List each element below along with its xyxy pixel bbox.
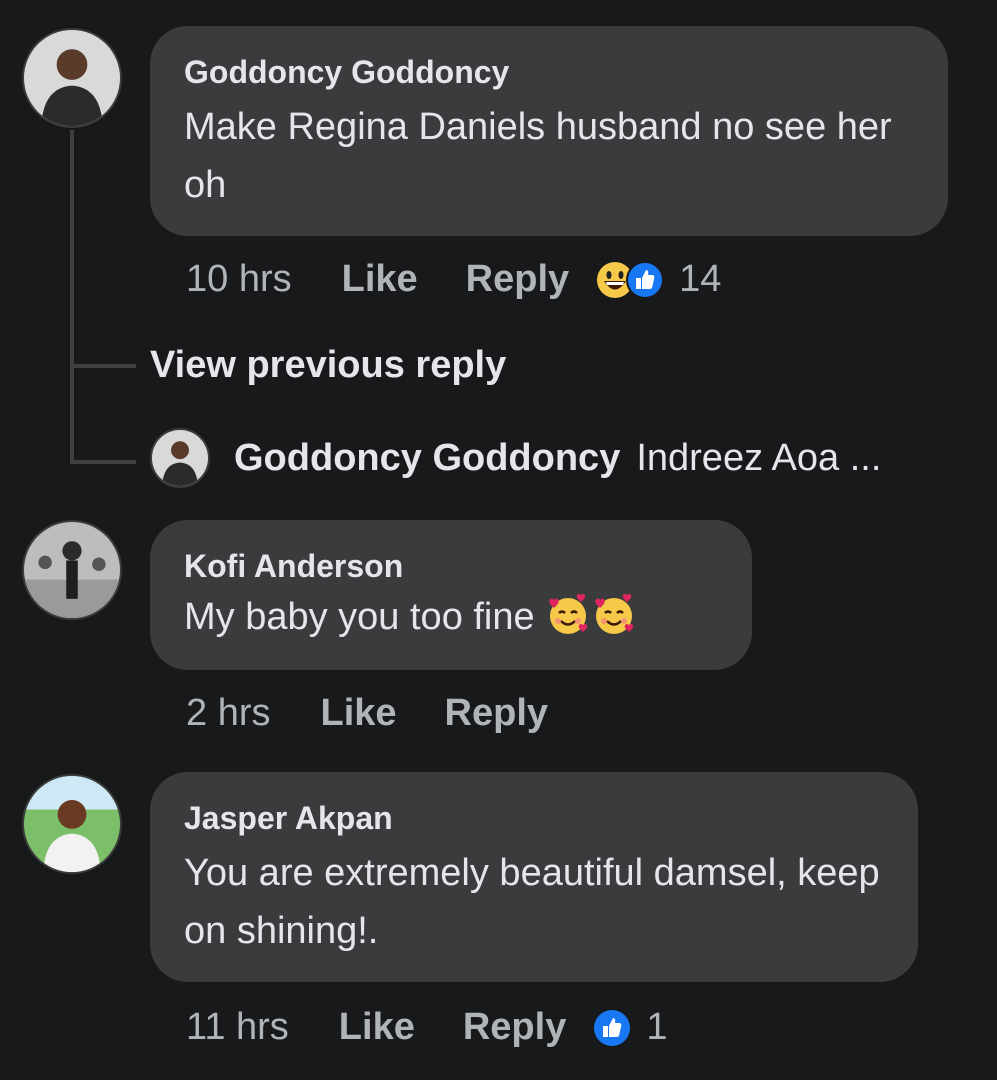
profile-photo-icon (24, 522, 120, 618)
profile-photo-icon (152, 430, 208, 486)
reply-button[interactable]: Reply (463, 1006, 566, 1049)
avatar[interactable] (22, 520, 122, 620)
thread-line (70, 130, 74, 464)
comment-bubble: Goddoncy Goddoncy Make Regina Daniels hu… (150, 26, 948, 236)
comment-author[interactable]: Jasper Akpan (184, 798, 884, 838)
comment-text: Make Regina Daniels husband no see her o… (184, 106, 892, 206)
smiling-face-with-hearts-icon (595, 593, 634, 634)
reaction-count: 1 (646, 1006, 668, 1048)
comment-time[interactable]: 2 hrs (186, 692, 270, 735)
reply-author[interactable]: Goddoncy Goddoncy (234, 437, 620, 480)
view-previous-reply-link[interactable]: View previous reply (150, 344, 506, 387)
reactions[interactable]: 1 (592, 1006, 667, 1049)
thread-branch (70, 460, 136, 464)
reaction-count: 14 (679, 258, 722, 300)
like-button[interactable]: Like (320, 692, 396, 735)
comment-text: My baby you too fine (184, 588, 718, 646)
avatar[interactable] (22, 28, 122, 128)
comment-actions: 2 hrs Like Reply (186, 692, 596, 735)
comment-bubble: Jasper Akpan You are extremely beautiful… (150, 772, 918, 982)
comment-text: You are extremely beautiful damsel, keep… (184, 852, 880, 952)
like-reaction-icon (594, 1009, 631, 1046)
comment-time[interactable]: 11 hrs (186, 1006, 289, 1049)
comment-time[interactable]: 10 hrs (186, 258, 292, 301)
smiling-face-with-hearts-icon (549, 593, 588, 634)
reactions[interactable]: 14 (595, 258, 721, 301)
like-button[interactable]: Like (339, 1006, 415, 1049)
comment-author[interactable]: Goddoncy Goddoncy (184, 52, 914, 92)
thread-branch (70, 364, 136, 368)
comment-actions: 11 hrs Like Reply 1 (186, 1006, 667, 1049)
reply-preview-text: Indreez Aoa ... (636, 436, 882, 479)
profile-photo-icon (24, 776, 120, 872)
profile-photo-icon (24, 30, 120, 126)
like-reaction-icon (626, 260, 665, 299)
avatar[interactable] (150, 428, 210, 488)
comment-text-content: My baby you too fine (184, 596, 535, 638)
comment-author[interactable]: Kofi Anderson (184, 546, 718, 586)
reply-button[interactable]: Reply (445, 692, 548, 735)
avatar[interactable] (22, 774, 122, 874)
reply-button[interactable]: Reply (466, 258, 569, 301)
comment-bubble: Kofi Anderson My baby you too fine (150, 520, 752, 670)
reply-preview[interactable]: Goddoncy Goddoncy Indreez Aoa ... (150, 428, 881, 488)
comment-actions: 10 hrs Like Reply 14 (186, 258, 721, 301)
like-button[interactable]: Like (342, 258, 418, 301)
